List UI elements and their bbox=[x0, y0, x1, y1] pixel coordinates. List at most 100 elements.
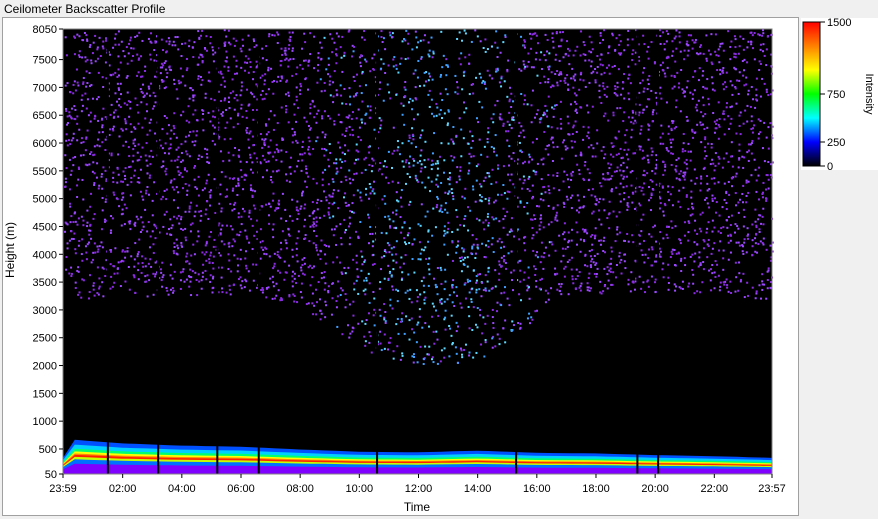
noise-speck bbox=[299, 153, 302, 156]
noise-speck bbox=[506, 197, 509, 200]
noise-speck bbox=[602, 38, 605, 41]
noise-speck bbox=[432, 207, 435, 210]
noise-speck bbox=[323, 110, 326, 113]
noise-speck bbox=[544, 191, 547, 194]
noise-speck bbox=[316, 69, 319, 72]
noise-speck bbox=[684, 264, 687, 267]
noise-speck bbox=[165, 198, 168, 201]
noise-speck bbox=[444, 191, 447, 194]
noise-speck bbox=[693, 229, 696, 232]
noise-speck bbox=[586, 232, 589, 235]
noise-speck bbox=[341, 333, 344, 336]
noise-speck bbox=[734, 290, 737, 293]
noise-speck bbox=[323, 89, 326, 92]
noise-speck bbox=[449, 327, 452, 330]
noise-speck bbox=[341, 289, 344, 292]
noise-speck bbox=[468, 93, 471, 96]
noise-speck bbox=[301, 153, 304, 156]
noise-speck bbox=[287, 47, 290, 50]
noise-speck bbox=[293, 131, 296, 134]
noise-speck bbox=[372, 159, 375, 162]
noise-speck bbox=[532, 169, 535, 172]
noise-speck bbox=[238, 234, 241, 237]
noise-speck bbox=[315, 313, 318, 316]
noise-speck bbox=[620, 174, 623, 177]
noise-speck bbox=[436, 160, 439, 163]
noise-speck bbox=[502, 327, 505, 330]
noise-speck bbox=[304, 180, 307, 183]
noise-speck bbox=[575, 209, 578, 212]
noise-speck bbox=[738, 45, 741, 48]
noise-speck bbox=[136, 255, 139, 258]
noise-speck bbox=[299, 89, 302, 92]
noise-speck bbox=[444, 202, 447, 205]
noise-speck bbox=[90, 237, 93, 240]
noise-speck bbox=[317, 52, 320, 55]
noise-speck bbox=[523, 67, 526, 70]
noise-speck bbox=[220, 276, 223, 279]
noise-speck bbox=[751, 47, 754, 50]
noise-speck bbox=[401, 226, 404, 229]
noise-speck bbox=[677, 86, 680, 89]
noise-speck bbox=[746, 237, 749, 240]
noise-speck bbox=[567, 231, 570, 234]
noise-speck bbox=[242, 188, 245, 191]
noise-speck bbox=[699, 44, 702, 47]
noise-speck bbox=[332, 261, 335, 264]
noise-speck bbox=[603, 285, 606, 288]
noise-speck bbox=[85, 34, 88, 37]
noise-speck bbox=[734, 261, 737, 264]
noise-speck bbox=[201, 109, 204, 112]
noise-speck bbox=[564, 265, 567, 268]
noise-speck bbox=[447, 110, 450, 113]
noise-speck bbox=[307, 302, 310, 305]
noise-speck bbox=[169, 274, 172, 277]
noise-speck bbox=[675, 165, 678, 168]
noise-speck bbox=[349, 95, 352, 98]
noise-speck bbox=[219, 193, 222, 196]
noise-speck bbox=[719, 68, 722, 71]
noise-speck bbox=[197, 273, 200, 276]
noise-speck bbox=[401, 354, 404, 357]
noise-speck bbox=[596, 142, 599, 145]
noise-speck bbox=[546, 39, 549, 42]
noise-speck bbox=[522, 60, 525, 63]
noise-speck bbox=[299, 93, 302, 96]
noise-speck bbox=[683, 161, 686, 164]
noise-speck bbox=[130, 255, 133, 258]
noise-speck bbox=[654, 91, 657, 94]
noise-speck bbox=[586, 104, 589, 107]
noise-speck bbox=[397, 181, 400, 184]
noise-speck bbox=[364, 84, 367, 87]
noise-speck bbox=[444, 316, 447, 319]
noise-speck bbox=[464, 297, 467, 300]
noise-speck bbox=[161, 128, 164, 131]
noise-speck bbox=[223, 80, 226, 83]
noise-speck bbox=[404, 58, 407, 61]
noise-speck bbox=[245, 161, 248, 164]
noise-speck bbox=[275, 170, 278, 173]
noise-speck bbox=[494, 285, 497, 288]
noise-speck bbox=[324, 262, 327, 265]
noise-speck bbox=[737, 241, 740, 244]
noise-speck bbox=[203, 187, 206, 190]
noise-speck bbox=[391, 285, 394, 288]
noise-speck bbox=[709, 268, 712, 271]
noise-speck bbox=[580, 106, 583, 109]
noise-speck bbox=[659, 35, 662, 38]
noise-speck bbox=[560, 260, 563, 263]
noise-speck bbox=[667, 32, 670, 35]
noise-speck bbox=[526, 65, 529, 68]
noise-speck bbox=[577, 199, 580, 202]
noise-speck bbox=[423, 159, 426, 162]
noise-speck bbox=[623, 73, 626, 76]
noise-speck bbox=[690, 129, 693, 132]
noise-speck bbox=[235, 94, 238, 97]
noise-speck bbox=[751, 139, 754, 142]
noise-speck bbox=[85, 258, 88, 261]
noise-speck bbox=[560, 127, 563, 130]
noise-speck bbox=[459, 224, 462, 227]
noise-speck bbox=[116, 272, 119, 275]
noise-speck bbox=[455, 209, 458, 212]
noise-speck bbox=[66, 144, 69, 147]
